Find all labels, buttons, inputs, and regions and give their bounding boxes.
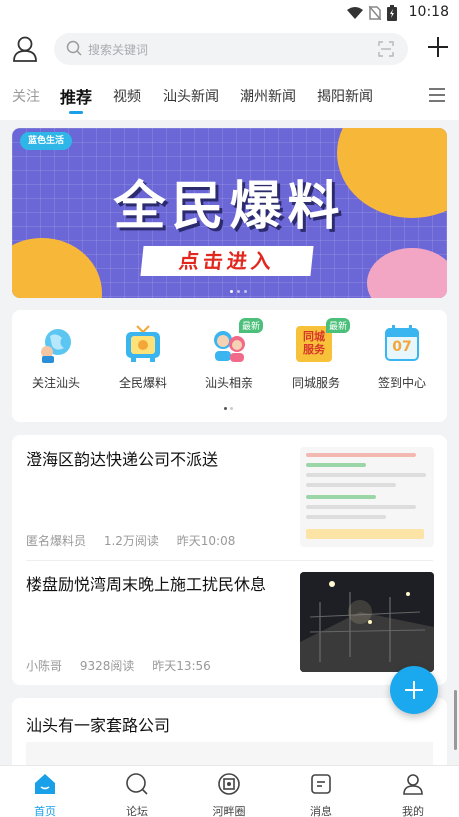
quick-action-label: 签到中心: [377, 376, 426, 390]
calendar-icon: 07: [382, 324, 422, 364]
profile-icon: [403, 774, 423, 795]
feed-item-meta: 小陈哥 9328阅读 昨天13:56: [26, 657, 225, 674]
search-placeholder: 搜索关键词: [88, 43, 149, 57]
nav-label: 我的: [402, 805, 424, 817]
tv-icon: [126, 325, 160, 362]
message-icon: [311, 774, 331, 794]
pagination-dot: [237, 290, 240, 293]
tab-shantou-news[interactable]: 汕头新闻: [163, 86, 219, 106]
new-badge: 最新: [325, 318, 350, 333]
nav-label: 论坛: [126, 805, 148, 817]
tab-video[interactable]: 视频: [113, 86, 141, 106]
nav-label: 首页: [34, 805, 56, 817]
banner-logo: 蓝色生活: [20, 132, 72, 150]
quick-action-label: 汕头相亲: [204, 376, 253, 390]
feed-item-title: 澄海区韵达快递公司不派送: [26, 450, 219, 469]
feed-item-author: 匿名爆料员: [26, 534, 87, 548]
feed-item-reads: 1.2万阅读: [103, 534, 159, 548]
plus-icon: [413, 681, 415, 699]
feed-item-author: 小陈哥: [26, 659, 63, 673]
quick-action-label: 关注汕头: [31, 376, 80, 390]
quick-action-dating[interactable]: 最新 汕头相亲: [189, 318, 269, 391]
plus-icon: [428, 37, 448, 57]
city-service-icon-text: 同城服务: [303, 330, 325, 356]
bottom-navigation: 首页 论坛 河畔圈 消息 我的: [0, 765, 459, 817]
quick-actions-panel: 关注汕头 全民爆料 最新 汕头相亲 同城服务 最新 同城服务 07 签到中心: [12, 310, 447, 422]
scrollbar[interactable]: [454, 690, 457, 750]
post-button[interactable]: [390, 666, 438, 714]
no-sim-icon: [369, 6, 381, 20]
pagination-dot: [230, 290, 233, 293]
circle-icon: [218, 773, 240, 795]
feed-card: 澄海区韵达快递公司不派送 匿名爆料员 1.2万阅读 昨天10:08 楼盘励悦湾周…: [12, 435, 447, 685]
quick-action-follow-shantou[interactable]: 关注汕头: [16, 324, 96, 391]
nav-messages[interactable]: 消息: [286, 772, 356, 817]
battery-icon: [387, 5, 397, 21]
feed-item-time: 昨天10:08: [176, 534, 236, 548]
wifi-icon: [347, 7, 363, 19]
feed-item-reads: 9328阅读: [79, 659, 135, 673]
nav-home[interactable]: 首页: [10, 772, 80, 817]
search-bar[interactable]: 搜索关键词: [54, 33, 408, 65]
home-icon: [35, 774, 55, 794]
quick-action-label: 全民爆料: [118, 376, 167, 390]
tab-jieyang-news[interactable]: 揭阳新闻: [317, 86, 373, 106]
tab-recommend[interactable]: 推荐: [60, 84, 92, 108]
quick-action-report[interactable]: 全民爆料: [103, 324, 183, 391]
globe-icon: [41, 329, 71, 363]
feed-item[interactable]: 澄海区韵达快递公司不派送 匿名爆料员 1.2万阅读 昨天10:08: [12, 435, 447, 561]
search-icon: [66, 40, 82, 56]
scan-icon[interactable]: [378, 41, 394, 57]
feed-item-thumbnail: [300, 447, 434, 547]
menu-icon[interactable]: [429, 88, 445, 102]
feed-item[interactable]: 楼盘励悦湾周末晚上施工扰民休息 小陈哥 9328阅读 昨天13:56: [12, 560, 447, 685]
quick-action-label: 同城服务: [291, 376, 340, 390]
channel-tabs: 关注 推荐 视频 汕头新闻 潮州新闻 揭阳新闻: [0, 74, 459, 120]
nav-label: 消息: [310, 805, 332, 817]
quick-action-city-service[interactable]: 同城服务 最新 同城服务: [276, 318, 356, 391]
feed-item-title: 楼盘励悦湾周末晚上施工扰民休息: [26, 575, 267, 594]
tab-follow[interactable]: 关注: [12, 86, 40, 106]
construction-photo: [300, 572, 434, 672]
nav-forum[interactable]: 论坛: [102, 772, 172, 817]
clock: 10:18: [408, 4, 449, 20]
add-button[interactable]: [427, 36, 449, 58]
status-bar: 10:18: [0, 0, 459, 26]
quick-action-check-in[interactable]: 07 签到中心: [362, 324, 442, 391]
feed-item-time: 昨天13:56: [152, 659, 211, 673]
user-icon: [13, 36, 37, 62]
tab-chaozhou-news[interactable]: 潮州新闻: [240, 86, 296, 106]
active-tab-indicator: [69, 111, 83, 114]
forum-icon: [126, 773, 148, 795]
pagination-dot: [224, 407, 227, 410]
status-icons: [347, 5, 397, 21]
city-service-icon: 同城服务 最新: [296, 318, 350, 364]
feed-item-title: 汕头有一家套路公司: [26, 716, 171, 735]
calendar-day: 07: [392, 339, 412, 355]
feed-card[interactable]: 汕头有一家套路公司: [12, 698, 447, 768]
feed-item-meta: 匿名爆料员 1.2万阅读 昨天10:08: [26, 532, 249, 549]
banner-pagination: [230, 290, 247, 293]
user-avatar-button[interactable]: [12, 35, 38, 63]
pagination-dot: [230, 407, 233, 410]
top-header: 搜索关键词: [0, 26, 459, 74]
pagination-dot: [244, 290, 247, 293]
banner-subtitle: 点击进入: [140, 246, 314, 276]
nav-circle[interactable]: 河畔圈: [194, 772, 264, 817]
banner-title: 全民爆料: [113, 177, 346, 237]
quick-actions-pagination: [224, 407, 233, 410]
promo-banner[interactable]: 蓝色生活 全民爆料 点击进入: [12, 128, 447, 298]
feed-item-thumbnail: [300, 572, 434, 672]
nav-label: 河畔圈: [212, 805, 246, 817]
nav-profile[interactable]: 我的: [378, 772, 448, 817]
new-badge: 最新: [238, 318, 263, 333]
